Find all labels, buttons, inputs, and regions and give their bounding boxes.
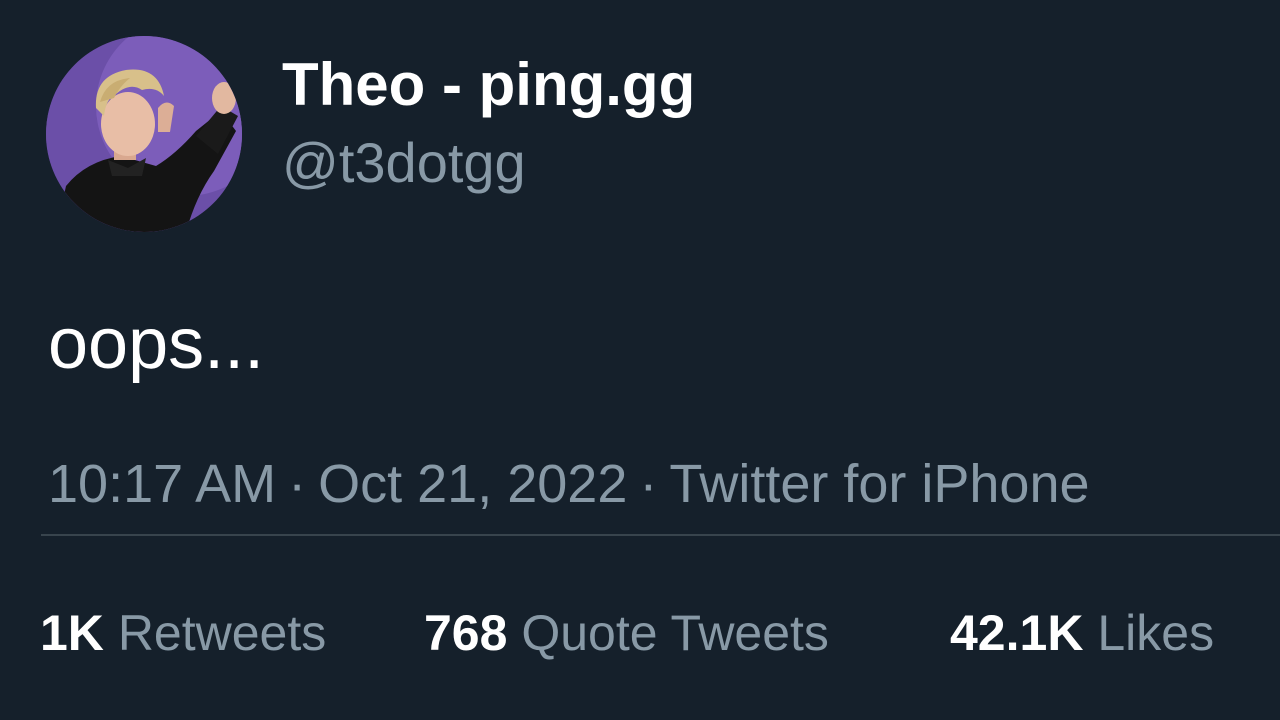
profile-photo-icon <box>46 36 242 232</box>
display-name[interactable]: Theo - ping.gg <box>282 50 695 120</box>
avatar[interactable] <box>46 36 242 232</box>
tweet-stats: 1K Retweets 768 Quote Tweets 42.1K Likes <box>0 602 1280 668</box>
meta-separator: · <box>639 454 658 514</box>
likes-label: Likes <box>1097 605 1215 661</box>
likes-stat[interactable]: 42.1K Likes <box>950 602 1214 664</box>
quote-tweets-count: 768 <box>424 605 508 661</box>
tweet-text: oops... <box>48 304 265 384</box>
quote-tweets-label: Quote Tweets <box>521 605 829 661</box>
meta-separator: · <box>288 454 307 514</box>
retweets-stat[interactable]: 1K Retweets <box>40 602 326 664</box>
quote-tweets-stat[interactable]: 768 Quote Tweets <box>424 602 829 664</box>
tweet-detail: Theo - ping.gg @t3dotgg oops... 10:17 AM… <box>0 0 1280 720</box>
user-handle[interactable]: @t3dotgg <box>282 130 526 196</box>
divider <box>41 534 1280 536</box>
tweet-source[interactable]: Twitter for iPhone <box>669 454 1089 514</box>
tweet-meta: 10:17 AM · Oct 21, 2022 · Twitter for iPhone <box>48 452 1090 516</box>
likes-count: 42.1K <box>950 605 1084 661</box>
tweet-date[interactable]: Oct 21, 2022 <box>318 454 627 514</box>
retweets-label: Retweets <box>117 605 327 661</box>
retweets-count: 1K <box>40 605 104 661</box>
tweet-time[interactable]: 10:17 AM <box>48 454 276 514</box>
